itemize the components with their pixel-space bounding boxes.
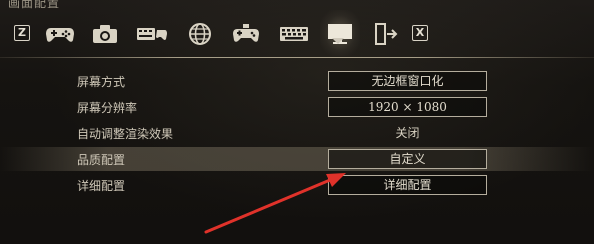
tab-quit[interactable] [368,18,404,50]
resolution-selector[interactable]: 1920 × 1080 [328,97,487,117]
advanced-settings-button[interactable]: 详细配置 [328,175,487,195]
tab-keyboard[interactable] [276,18,312,50]
prev-tab-key-hint[interactable]: Z [14,25,30,41]
tab-display[interactable] [320,10,360,56]
setting-row-resolution[interactable]: 屏幕分辨率 1920 × 1080 [0,95,594,119]
setting-label: 详细配置 [77,179,126,193]
gamepad-icon [45,24,75,44]
globe-icon [188,22,212,46]
exit-door-icon [373,22,399,46]
keyboard-icon [279,26,309,42]
tab-gamepad[interactable] [42,18,78,50]
quality-preset-selector[interactable]: 自定义 [328,149,487,169]
active-tab-indicator [332,38,344,44]
setting-label: 屏幕分辨率 [77,101,138,115]
setting-label: 屏幕方式 [77,75,126,89]
keyboard-controller-icon [136,24,168,44]
category-tab-bar: Z X [0,10,594,56]
auto-render-toggle[interactable]: 关闭 [328,123,487,143]
setting-label: 自动调整渲染效果 [77,127,174,141]
tab-network[interactable] [182,18,218,50]
tab-keyboard-controller[interactable] [134,18,170,50]
tab-camera[interactable] [87,18,123,50]
setting-row-advanced[interactable]: 详细配置 详细配置 [0,173,594,197]
next-tab-key-hint[interactable]: X [412,25,428,41]
robot-controller-icon [232,23,260,45]
header-divider [0,57,594,58]
screen-mode-selector[interactable]: 无边框窗口化 [328,71,487,91]
tab-controller-settings[interactable] [228,18,264,50]
setting-label: 品质配置 [77,153,126,167]
settings-screen: 画面配置 Z X 屏幕方式 无边框窗口化 屏幕分辨率 1920 × 1080 自… [0,0,594,244]
setting-row-screen-mode[interactable]: 屏幕方式 无边框窗口化 [0,69,594,93]
setting-row-auto-render[interactable]: 自动调整渲染效果 关闭 [0,121,594,145]
camera-icon [92,24,118,44]
setting-row-quality-preset[interactable]: 品质配置 自定义 [0,147,594,171]
screen-title: 画面配置 [8,0,61,10]
